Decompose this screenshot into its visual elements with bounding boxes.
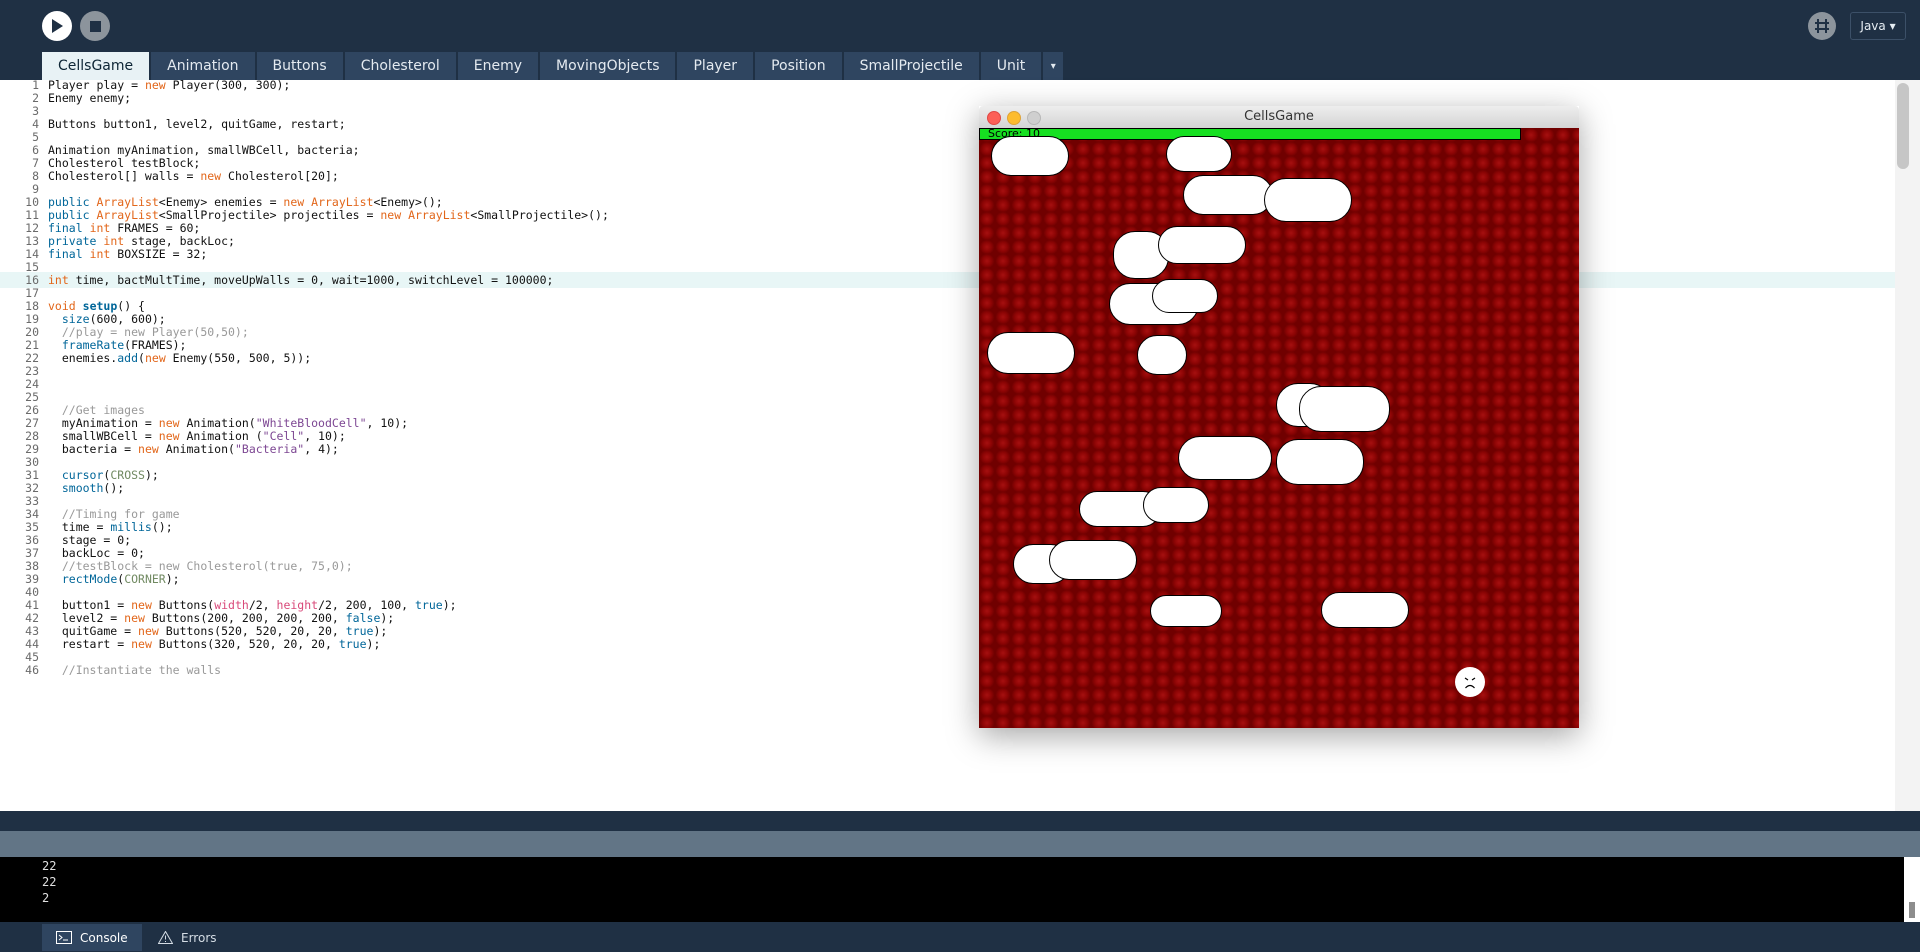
- tab-movingobjects[interactable]: MovingObjects: [540, 52, 676, 80]
- cholesterol-wall: [1178, 436, 1272, 480]
- cholesterol-wall: [1276, 439, 1364, 485]
- cholesterol-wall: [1150, 595, 1222, 627]
- cholesterol-wall: [1299, 386, 1390, 432]
- frown-face-icon: [1457, 669, 1483, 695]
- health-bar: [979, 128, 1521, 140]
- player-cell: [1455, 667, 1485, 697]
- console-output: 22 22 2: [0, 857, 1920, 922]
- tab-position[interactable]: Position: [755, 52, 842, 80]
- console-line: 22: [42, 859, 57, 873]
- sketch-tabs: CellsGame Animation Buttons Cholesterol Enem…: [42, 52, 1065, 80]
- cholesterol-wall: [1152, 279, 1218, 313]
- warning-icon: [158, 931, 173, 944]
- cholesterol-wall: [1158, 226, 1246, 264]
- language-selector[interactable]: Java ▾: [1850, 12, 1906, 40]
- code-text: //Instantiate the walls: [48, 662, 221, 678]
- game-window-titlebar[interactable]: CellsGame: [979, 106, 1579, 129]
- cholesterol-wall: [991, 136, 1069, 176]
- cholesterol-wall: [987, 332, 1075, 374]
- code-token: //Instantiate the walls: [48, 663, 222, 677]
- tab-enemy[interactable]: Enemy: [457, 52, 539, 80]
- debug-mode-button[interactable]: [1808, 12, 1836, 40]
- code-editor[interactable]: 1 Player play = new Player(300, 300); 2 Ene…: [0, 80, 1920, 811]
- editor-scrollbar[interactable]: [1895, 80, 1920, 811]
- cholesterol-wall: [1137, 335, 1187, 375]
- tab-cholesterol[interactable]: Cholesterol: [344, 52, 456, 80]
- console-tab-label: Console: [80, 930, 128, 945]
- game-window[interactable]: CellsGame Score: 10: [979, 106, 1579, 728]
- play-icon: [52, 19, 63, 33]
- console-icon: [56, 931, 72, 944]
- errors-tab[interactable]: Errors: [144, 924, 231, 951]
- tab-animation[interactable]: Animation: [151, 52, 255, 80]
- cholesterol-wall: [1183, 175, 1273, 215]
- tab-player[interactable]: Player: [677, 52, 754, 80]
- game-window-title: CellsGame: [1244, 109, 1314, 124]
- console-tab[interactable]: Console: [42, 924, 142, 951]
- stop-icon: [89, 20, 101, 32]
- code-line[interactable]: 46 //Instantiate the walls: [0, 662, 1895, 678]
- editor-console-divider[interactable]: [0, 831, 1920, 857]
- cholesterol-wall: [1166, 136, 1232, 172]
- tab-smallprojectile[interactable]: SmallProjectile: [843, 52, 979, 80]
- tab-buttons[interactable]: Buttons: [256, 52, 343, 80]
- toolbar: Java ▾: [0, 0, 1920, 52]
- console-scrollbar-thumb[interactable]: [1909, 902, 1915, 918]
- line-number: 46: [25, 663, 39, 677]
- cholesterol-wall: [1321, 592, 1409, 628]
- console-line: 22: [42, 875, 57, 889]
- cholesterol-wall: [1143, 487, 1209, 523]
- debug-mode-icon: [1815, 19, 1829, 33]
- tab-unit[interactable]: Unit: [980, 52, 1042, 80]
- stop-button[interactable]: [80, 11, 110, 41]
- cholesterol-wall: [1264, 178, 1352, 222]
- errors-tab-label: Errors: [181, 930, 217, 945]
- run-button[interactable]: [42, 11, 72, 41]
- game-canvas[interactable]: Score: 10: [979, 128, 1579, 728]
- console-line: 2: [42, 891, 50, 905]
- editor-scrollbar-thumb[interactable]: [1897, 83, 1909, 169]
- tabs-overflow-button[interactable]: ▾: [1043, 52, 1064, 80]
- tab-cellsgame[interactable]: CellsGame: [42, 52, 150, 80]
- footer-bar: [0, 922, 1920, 952]
- cholesterol-wall: [1049, 540, 1137, 580]
